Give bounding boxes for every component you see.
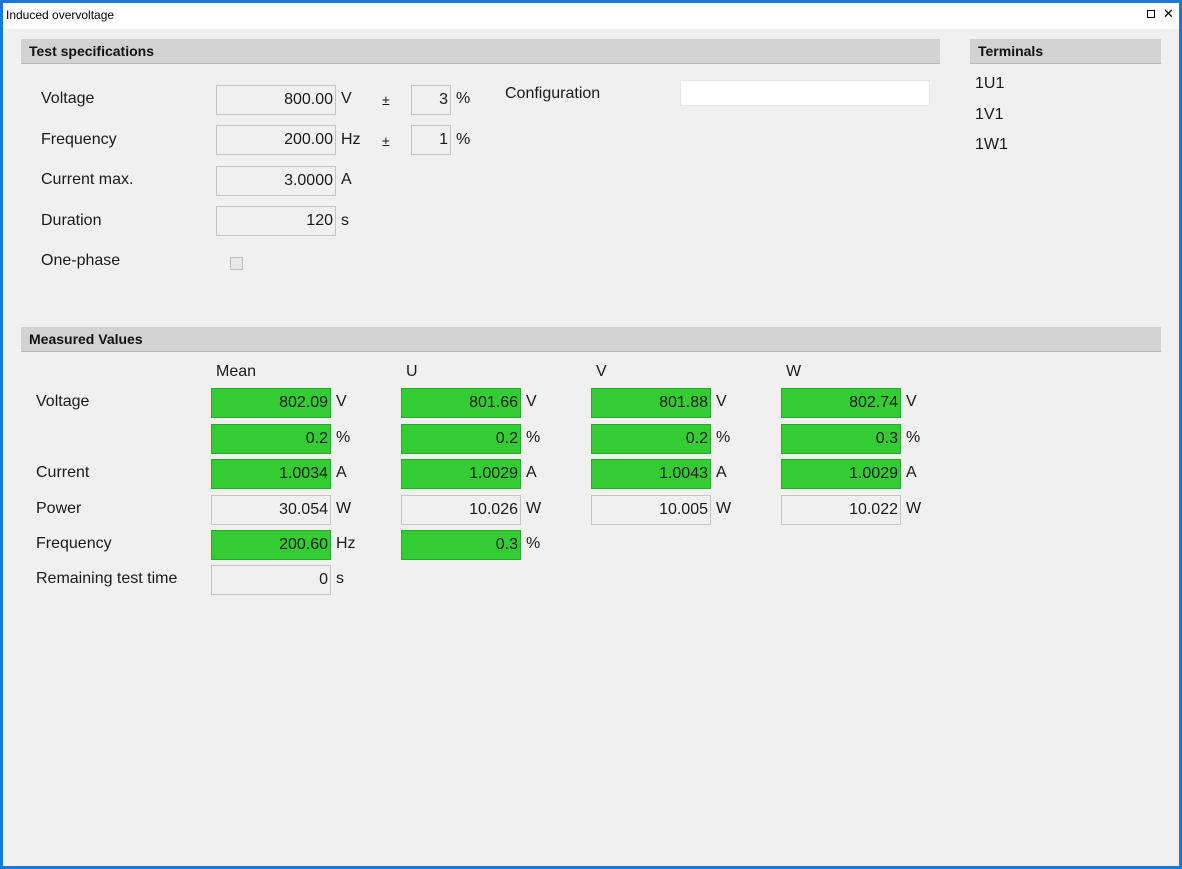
remaining-test-time-unit: s: [336, 570, 344, 587]
maximize-button[interactable]: [1147, 7, 1155, 21]
measured-values-header: Measured Values: [21, 327, 1161, 352]
title-bar: Induced overvoltage ✕: [3, 3, 1179, 29]
measured-frequency-label: Frequency: [36, 535, 112, 552]
power-u-value: 10.026: [401, 495, 521, 525]
voltage-u-value: 801.66: [401, 388, 521, 418]
current-w-unit: A: [906, 464, 917, 481]
voltage-tolerance-field[interactable]: 3: [411, 85, 451, 115]
voltage-pct-v-value: 0.2: [591, 424, 711, 454]
power-w-unit: W: [906, 500, 922, 517]
voltage-mean-unit: V: [336, 393, 347, 410]
power-u-unit: W: [526, 500, 542, 517]
voltage-label: Voltage: [41, 90, 95, 107]
configuration-label: Configuration: [505, 85, 601, 102]
measured-power-label: Power: [36, 500, 82, 517]
power-w-value: 10.022: [781, 495, 901, 525]
current-max-label: Current max.: [41, 171, 134, 188]
frequency-deviation-value: 0.3: [401, 530, 521, 560]
current-u-value: 1.0029: [401, 459, 521, 489]
remaining-test-time-label: Remaining test time: [36, 570, 178, 587]
frequency-mean-unit: Hz: [336, 535, 356, 552]
power-mean-unit: W: [336, 500, 352, 517]
voltage-plus-minus: ±: [382, 92, 390, 108]
power-mean-value: 30.054: [211, 495, 331, 525]
current-w-value: 1.0029: [781, 459, 901, 489]
voltage-v-value: 801.88: [591, 388, 711, 418]
measured-current-label: Current: [36, 464, 90, 481]
duration-field[interactable]: 120: [216, 206, 336, 236]
current-max-unit: A: [341, 171, 352, 188]
voltage-pct-w-unit: %: [906, 429, 921, 446]
window: Induced overvoltage ✕ Test specification…: [0, 0, 1182, 869]
frequency-mean-value: 200.60: [211, 530, 331, 560]
terminal-item[interactable]: 1U1: [975, 75, 1004, 93]
frequency-field[interactable]: 200.00: [216, 125, 336, 155]
current-max-field[interactable]: 3.0000: [216, 166, 336, 196]
measured-voltage-label: Voltage: [36, 393, 90, 410]
one-phase-label: One-phase: [41, 252, 121, 269]
voltage-pct-mean-value: 0.2: [211, 424, 331, 454]
terminal-item[interactable]: 1V1: [975, 106, 1003, 124]
current-v-unit: A: [716, 464, 727, 481]
voltage-pct-mean-unit: %: [336, 429, 351, 446]
close-icon: ✕: [1163, 6, 1174, 21]
voltage-mean-value: 802.09: [211, 388, 331, 418]
maximize-icon: [1147, 10, 1155, 18]
voltage-u-unit: V: [526, 393, 537, 410]
frequency-tolerance-unit: %: [456, 131, 471, 148]
configuration-field[interactable]: [680, 80, 930, 106]
test-specifications-header: Test specifications: [21, 39, 940, 64]
voltage-field[interactable]: 800.00: [216, 85, 336, 115]
voltage-pct-u-unit: %: [526, 429, 541, 446]
current-mean-value: 1.0034: [211, 459, 331, 489]
column-header-mean: Mean: [216, 363, 257, 380]
window-title: Induced overvoltage: [6, 8, 115, 22]
close-button[interactable]: ✕: [1163, 7, 1174, 21]
current-u-unit: A: [526, 464, 537, 481]
duration-unit: s: [341, 212, 349, 229]
frequency-unit: Hz: [341, 131, 361, 148]
voltage-pct-w-value: 0.3: [781, 424, 901, 454]
current-v-value: 1.0043: [591, 459, 711, 489]
column-header-u: U: [406, 363, 418, 380]
voltage-pct-v-unit: %: [716, 429, 731, 446]
voltage-pct-u-value: 0.2: [401, 424, 521, 454]
voltage-v-unit: V: [716, 393, 727, 410]
voltage-tolerance-unit: %: [456, 90, 471, 107]
terminals-header: Terminals: [970, 39, 1161, 64]
one-phase-checkbox[interactable]: [230, 257, 243, 270]
frequency-deviation-unit: %: [526, 535, 541, 552]
duration-label: Duration: [41, 212, 102, 229]
remaining-test-time-value: 0: [211, 565, 331, 595]
frequency-plus-minus: ±: [382, 133, 390, 149]
voltage-w-unit: V: [906, 393, 917, 410]
frequency-label: Frequency: [41, 131, 117, 148]
voltage-unit: V: [341, 90, 352, 107]
current-mean-unit: A: [336, 464, 347, 481]
terminal-item[interactable]: 1W1: [975, 136, 1008, 154]
column-header-v: V: [596, 363, 607, 380]
frequency-tolerance-field[interactable]: 1: [411, 125, 451, 155]
power-v-value: 10.005: [591, 495, 711, 525]
power-v-unit: W: [716, 500, 732, 517]
column-header-w: W: [786, 363, 802, 380]
voltage-w-value: 802.74: [781, 388, 901, 418]
